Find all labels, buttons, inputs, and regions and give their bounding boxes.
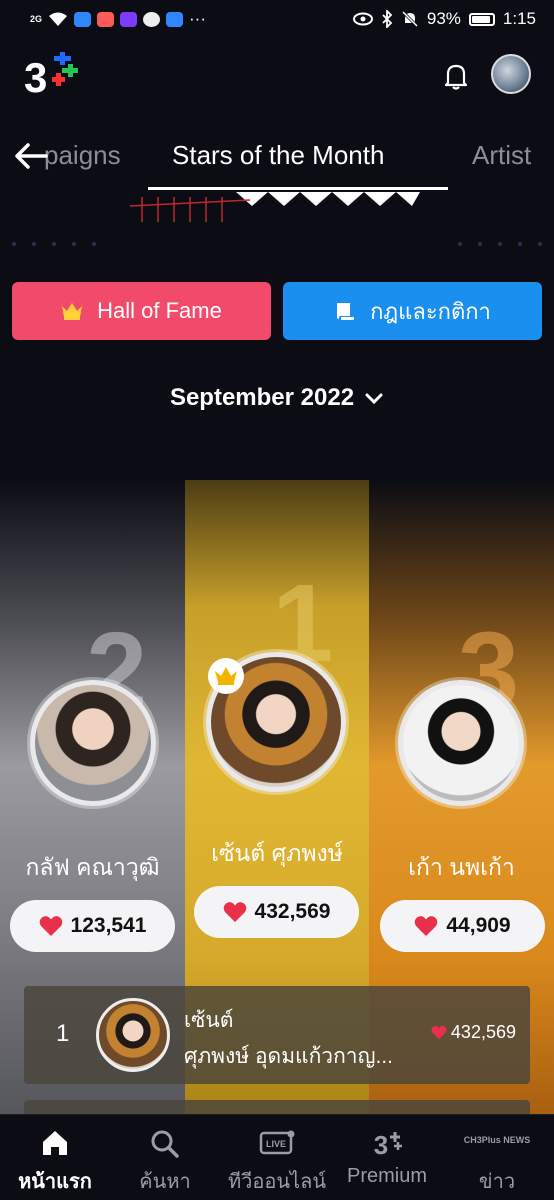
vote-button-first[interactable]: 432,569 [194, 886, 359, 938]
bottom-navigation: หน้าแรก ค้นหา LIVE ทีวีออนไลน์ 3 Premium… [0, 1114, 554, 1200]
vote-count-first: 432,569 [254, 900, 331, 923]
chevron-down-icon [365, 393, 383, 404]
nav-news-label: ข่าว [478, 1171, 516, 1193]
chat-app-icon [143, 11, 161, 27]
battery-icon [468, 12, 495, 26]
ch3-logo[interactable]: 3 [24, 54, 47, 102]
tab-artist[interactable]: Artist [472, 140, 531, 171]
nav-news[interactable]: CH3Plus NEWS ข่าว [442, 1115, 552, 1200]
svg-text:LIVE: LIVE [266, 1139, 286, 1149]
artist-photo-third[interactable] [398, 680, 524, 806]
hall-of-fame-label: Hall of Fame [97, 298, 222, 323]
tab-campaigns[interactable]: paigns [44, 140, 121, 171]
ranking-vote-count: 432,569 [450, 1022, 516, 1042]
calendar-app-icon [97, 11, 115, 27]
vote-button-second[interactable]: 123,541 [10, 900, 175, 952]
wifi-icon [49, 12, 68, 26]
nav-home-label: หน้าแรก [18, 1171, 92, 1193]
tab-stars-of-the-month[interactable]: Stars of the Month [172, 140, 384, 171]
vote-count-third: 44,909 [446, 914, 511, 937]
status-bar: 2G ··· 93% 1:15 [0, 0, 554, 38]
heart-icon [223, 902, 246, 922]
news-icon: CH3Plus NEWS [464, 1135, 531, 1145]
banner-decoration [12, 192, 542, 246]
rules-label: กฎและกติกา [370, 298, 491, 324]
heart-icon [415, 916, 438, 936]
app-header: 3 [0, 48, 554, 108]
svg-text:CH3Plus NEWS: CH3Plus NEWS [464, 1135, 531, 1145]
winner-crown-badge [208, 658, 244, 694]
status-left: 2G ··· [30, 9, 206, 29]
podium: 2 1 3 กลัฟ คณาวุฒิ เซ้นต์ ศุภพงษ์ เก้า น… [0, 480, 554, 1130]
vote-count-second: 123,541 [70, 914, 147, 937]
vote-button-third[interactable]: 44,909 [380, 900, 545, 952]
nav-search[interactable]: ค้นหา [110, 1115, 220, 1200]
eye-icon [352, 12, 373, 26]
nav-premium[interactable]: 3 Premium [332, 1115, 442, 1200]
home-icon [43, 1131, 67, 1155]
active-tab-indicator [148, 187, 448, 190]
search-icon [151, 1130, 179, 1158]
crown-icon [62, 303, 83, 320]
logo-plus-icon [52, 52, 78, 86]
status-right: 93% 1:15 [352, 9, 536, 29]
nav-premium-label: Premium [346, 1165, 427, 1187]
cloud-app-icon-2 [166, 11, 184, 27]
artist-photo-second[interactable] [30, 680, 156, 806]
ranking-row[interactable]: 1 เซ้นต์ ศุภพงษ์ อุดมแก้วกาญ... 432,569 [24, 986, 530, 1084]
month-label: September 2022 [169, 384, 355, 411]
more-notifications: ··· [189, 9, 206, 28]
ranking-votes: 432,569 [431, 1022, 516, 1043]
profile-avatar[interactable] [491, 54, 531, 94]
nav-search-label: ค้นหา [139, 1171, 191, 1193]
artist-name-first: เซ้นต์ ศุภพงษ์ [211, 840, 343, 866]
live-tv-icon: LIVE [259, 1130, 295, 1155]
hall-of-fame-button[interactable]: Hall of Fame [12, 282, 271, 340]
cloud-app-icon [74, 11, 92, 27]
nav-home[interactable]: หน้าแรก [0, 1115, 110, 1200]
artist-name-second: กลัฟ คณาวุฒิ [25, 854, 160, 880]
nav-live-tv[interactable]: LIVE ทีวีออนไลน์ [222, 1115, 332, 1200]
battery-percent: 93% [426, 9, 461, 28]
clock: 1:15 [502, 9, 536, 28]
category-tabs: paigns Stars of the Month Artist [0, 128, 554, 192]
ranking-last-name: ศุภพงษ์ อุดมแก้วกาญ... [184, 1045, 393, 1068]
svg-text:3: 3 [374, 1130, 388, 1159]
nav-live-tv-label: ทีวีออนไลน์ [227, 1171, 327, 1193]
mute-bell-icon [401, 10, 418, 28]
premium-icon: 3 [374, 1130, 402, 1159]
artist-name-third: เก้า นพเก้า [408, 854, 515, 880]
ranking-avatar [96, 998, 170, 1072]
bluetooth-icon [382, 10, 393, 28]
bell-icon[interactable] [440, 60, 472, 92]
ranking-position: 1 [56, 1020, 70, 1047]
lazada-app-icon [120, 11, 138, 27]
back-arrow-icon[interactable] [12, 140, 48, 172]
network-indicator: 2G [30, 13, 43, 24]
month-selector[interactable]: September 2022 [0, 384, 554, 412]
ranking-first-name: เซ้นต์ [184, 1009, 234, 1032]
rules-button[interactable]: กฎและกติกา [283, 282, 542, 340]
scroll-icon [337, 303, 355, 320]
crown-icon [215, 667, 237, 685]
heart-icon [39, 916, 62, 936]
heart-icon [431, 1025, 447, 1040]
